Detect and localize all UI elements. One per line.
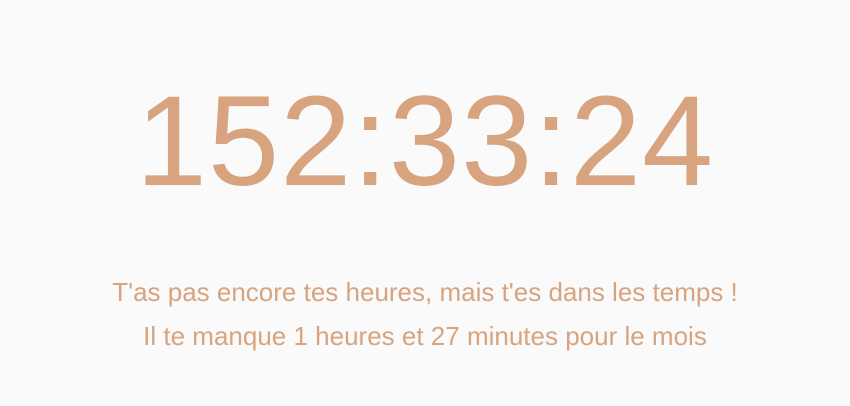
status-message: T'as pas encore tes heures, mais t'es da… [112,277,738,307]
elapsed-time-display: 152:33:24 [135,70,715,213]
remaining-time-message: Il te manque 1 heures et 27 minutes pour… [143,321,707,351]
timer-page: 152:33:24 T'as pas encore tes heures, ma… [0,0,850,406]
